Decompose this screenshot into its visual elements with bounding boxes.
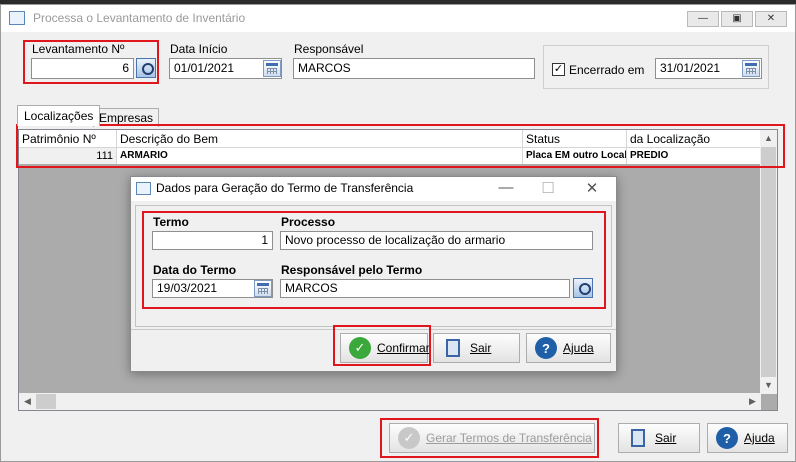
search-responsavel-icon[interactable]: [573, 278, 593, 298]
confirmar-label: Confirmar: [377, 341, 430, 355]
levantamento-label: Levantamento Nº: [32, 42, 125, 56]
dialog-ajuda-button[interactable]: ? Ajuda: [526, 333, 611, 363]
responsavel-termo-label: Responsável pelo Termo: [281, 263, 423, 277]
tab-empresas[interactable]: Empresas: [93, 108, 160, 127]
exit-door-icon: [442, 337, 464, 359]
cell-patrimonio: 111: [19, 148, 117, 164]
calendar-icon[interactable]: [742, 60, 760, 77]
termo-input[interactable]: 1: [152, 231, 273, 250]
encerrado-label: Encerrado em: [569, 63, 645, 77]
dialog-sair-button[interactable]: Sair: [433, 333, 520, 363]
horizontal-scrollbar[interactable]: ◀ ▶: [19, 393, 761, 410]
column-status[interactable]: Status: [523, 130, 627, 148]
window-title: Processa o Levantamento de Inventário: [33, 11, 246, 25]
grid-header: Patrimônio Nº Descrição do Bem Status da…: [19, 130, 761, 148]
title-bar: Processa o Levantamento de Inventário — …: [1, 5, 795, 32]
dialog-title: Dados para Geração do Termo de Transferê…: [156, 181, 414, 195]
dialog-maximize-button[interactable]: ☐: [533, 179, 563, 197]
dialog-close-button[interactable]: ✕: [577, 179, 607, 197]
help-icon: ?: [535, 337, 557, 359]
restore-button[interactable]: ▣: [721, 11, 753, 27]
close-button[interactable]: ✕: [755, 11, 787, 27]
sair-label: Sair: [655, 431, 677, 445]
vertical-scrollbar[interactable]: ▲ ▼: [760, 130, 777, 394]
responsavel-input[interactable]: MARCOS: [293, 58, 535, 79]
vertical-scroll-thumb[interactable]: [761, 147, 776, 377]
ajuda-button[interactable]: ? Ajuda: [707, 423, 788, 453]
dialog-footer-divider: [131, 329, 616, 330]
data-inicio-label: Data Início: [170, 42, 228, 56]
data-termo-label: Data do Termo: [153, 263, 237, 277]
dialog-app-icon: [136, 182, 151, 195]
gerar-termos-label: Gerar Termos de Transferência: [426, 431, 592, 445]
scroll-up-icon[interactable]: ▲: [760, 130, 777, 147]
processo-input[interactable]: Novo processo de localização do armario: [280, 231, 593, 250]
confirmar-button[interactable]: ✓ Confirmar: [340, 333, 430, 363]
responsavel-label: Responsável: [294, 42, 364, 56]
check-icon: ✓: [349, 337, 371, 359]
window-app-icon: [9, 11, 25, 25]
scroll-left-icon[interactable]: ◀: [19, 393, 36, 410]
check-icon: ✓: [398, 427, 420, 449]
encerrado-checkbox[interactable]: ✓: [552, 63, 565, 76]
responsavel-termo-input[interactable]: MARCOS: [280, 279, 570, 298]
scroll-right-icon[interactable]: ▶: [744, 393, 761, 410]
search-levantamento-icon[interactable]: [136, 58, 156, 78]
calendar-icon[interactable]: [263, 60, 281, 77]
termo-dialog: Dados para Geração do Termo de Transferê…: [130, 176, 617, 372]
table-row[interactable]: 111 ARMARIO Placa EM outro Local PREDIO: [19, 148, 761, 164]
cell-status: Placa EM outro Local: [523, 148, 627, 164]
ajuda-label: Ajuda: [744, 431, 775, 445]
calendar-icon[interactable]: [254, 280, 272, 297]
termo-label: Termo: [153, 215, 189, 229]
levantamento-input[interactable]: 6: [31, 58, 134, 79]
dialog-minimize-button[interactable]: —: [491, 179, 521, 196]
dialog-ajuda-label: Ajuda: [563, 341, 594, 355]
minimize-button[interactable]: —: [687, 11, 719, 27]
column-descricao[interactable]: Descrição do Bem: [117, 130, 523, 148]
exit-door-icon: [627, 427, 649, 449]
scroll-down-icon[interactable]: ▼: [760, 377, 777, 394]
dialog-sair-label: Sair: [470, 341, 492, 355]
sair-button[interactable]: Sair: [618, 423, 700, 453]
cell-descricao: ARMARIO: [117, 148, 523, 164]
processo-label: Processo: [281, 215, 336, 229]
column-localizacao[interactable]: da Localização: [627, 130, 761, 148]
horizontal-scroll-thumb[interactable]: [36, 394, 56, 409]
column-patrimonio[interactable]: Patrimônio Nº: [19, 130, 117, 148]
gerar-termos-button[interactable]: ✓ Gerar Termos de Transferência: [389, 423, 595, 453]
tab-localizacoes[interactable]: Localizações: [17, 105, 101, 126]
help-icon: ?: [716, 427, 738, 449]
dialog-title-bar: Dados para Geração do Termo de Transferê…: [131, 177, 616, 201]
cell-localizacao: PREDIO: [630, 150, 669, 161]
